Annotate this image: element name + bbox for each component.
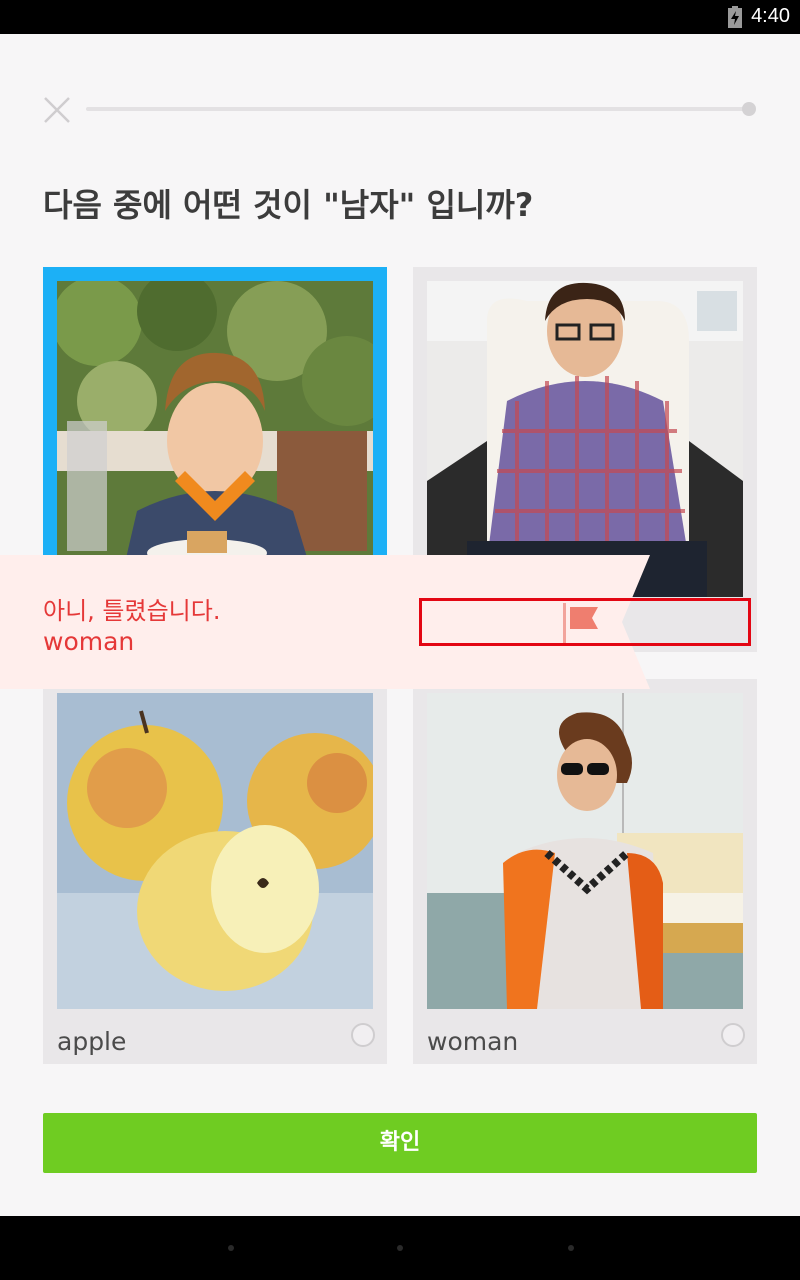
- choice-label: apple: [57, 1027, 127, 1056]
- question-title: 다음 중에 어떤 것이 "남자" 입니까?: [43, 186, 534, 224]
- man-photo: [427, 281, 743, 597]
- close-icon[interactable]: [43, 96, 71, 124]
- choice-card-woman[interactable]: woman: [413, 679, 757, 1064]
- home-icon[interactable]: [397, 1245, 403, 1251]
- system-nav-bar: [0, 1216, 800, 1280]
- report-flag-area[interactable]: [419, 598, 751, 646]
- feedback-message: 아니, 틀렸습니다.: [43, 597, 221, 625]
- flag-icon[interactable]: [568, 605, 600, 635]
- choice-label: woman: [427, 1027, 519, 1056]
- woman-photo: [427, 693, 743, 1009]
- apple-photo: [57, 693, 373, 1009]
- choice-radio[interactable]: [351, 1023, 375, 1047]
- status-bar: 4:40: [0, 0, 800, 34]
- choice-radio[interactable]: [721, 1023, 745, 1047]
- back-icon[interactable]: [228, 1245, 234, 1251]
- recents-icon[interactable]: [568, 1245, 574, 1251]
- status-time: 4:40: [751, 5, 790, 27]
- progress-end-marker: [742, 102, 756, 116]
- boy-photo: [57, 281, 373, 597]
- progress-bar: [86, 107, 750, 111]
- correct-answer: woman: [43, 627, 135, 656]
- lesson-screen: 다음 중에 어떤 것이 "남자" 입니까? apple woman 아니, 틀렸…: [0, 34, 800, 1216]
- check-button[interactable]: 확인: [43, 1113, 757, 1173]
- choice-card-apple[interactable]: apple: [43, 679, 387, 1064]
- divider: [563, 603, 566, 643]
- battery-charging-icon: [728, 6, 742, 28]
